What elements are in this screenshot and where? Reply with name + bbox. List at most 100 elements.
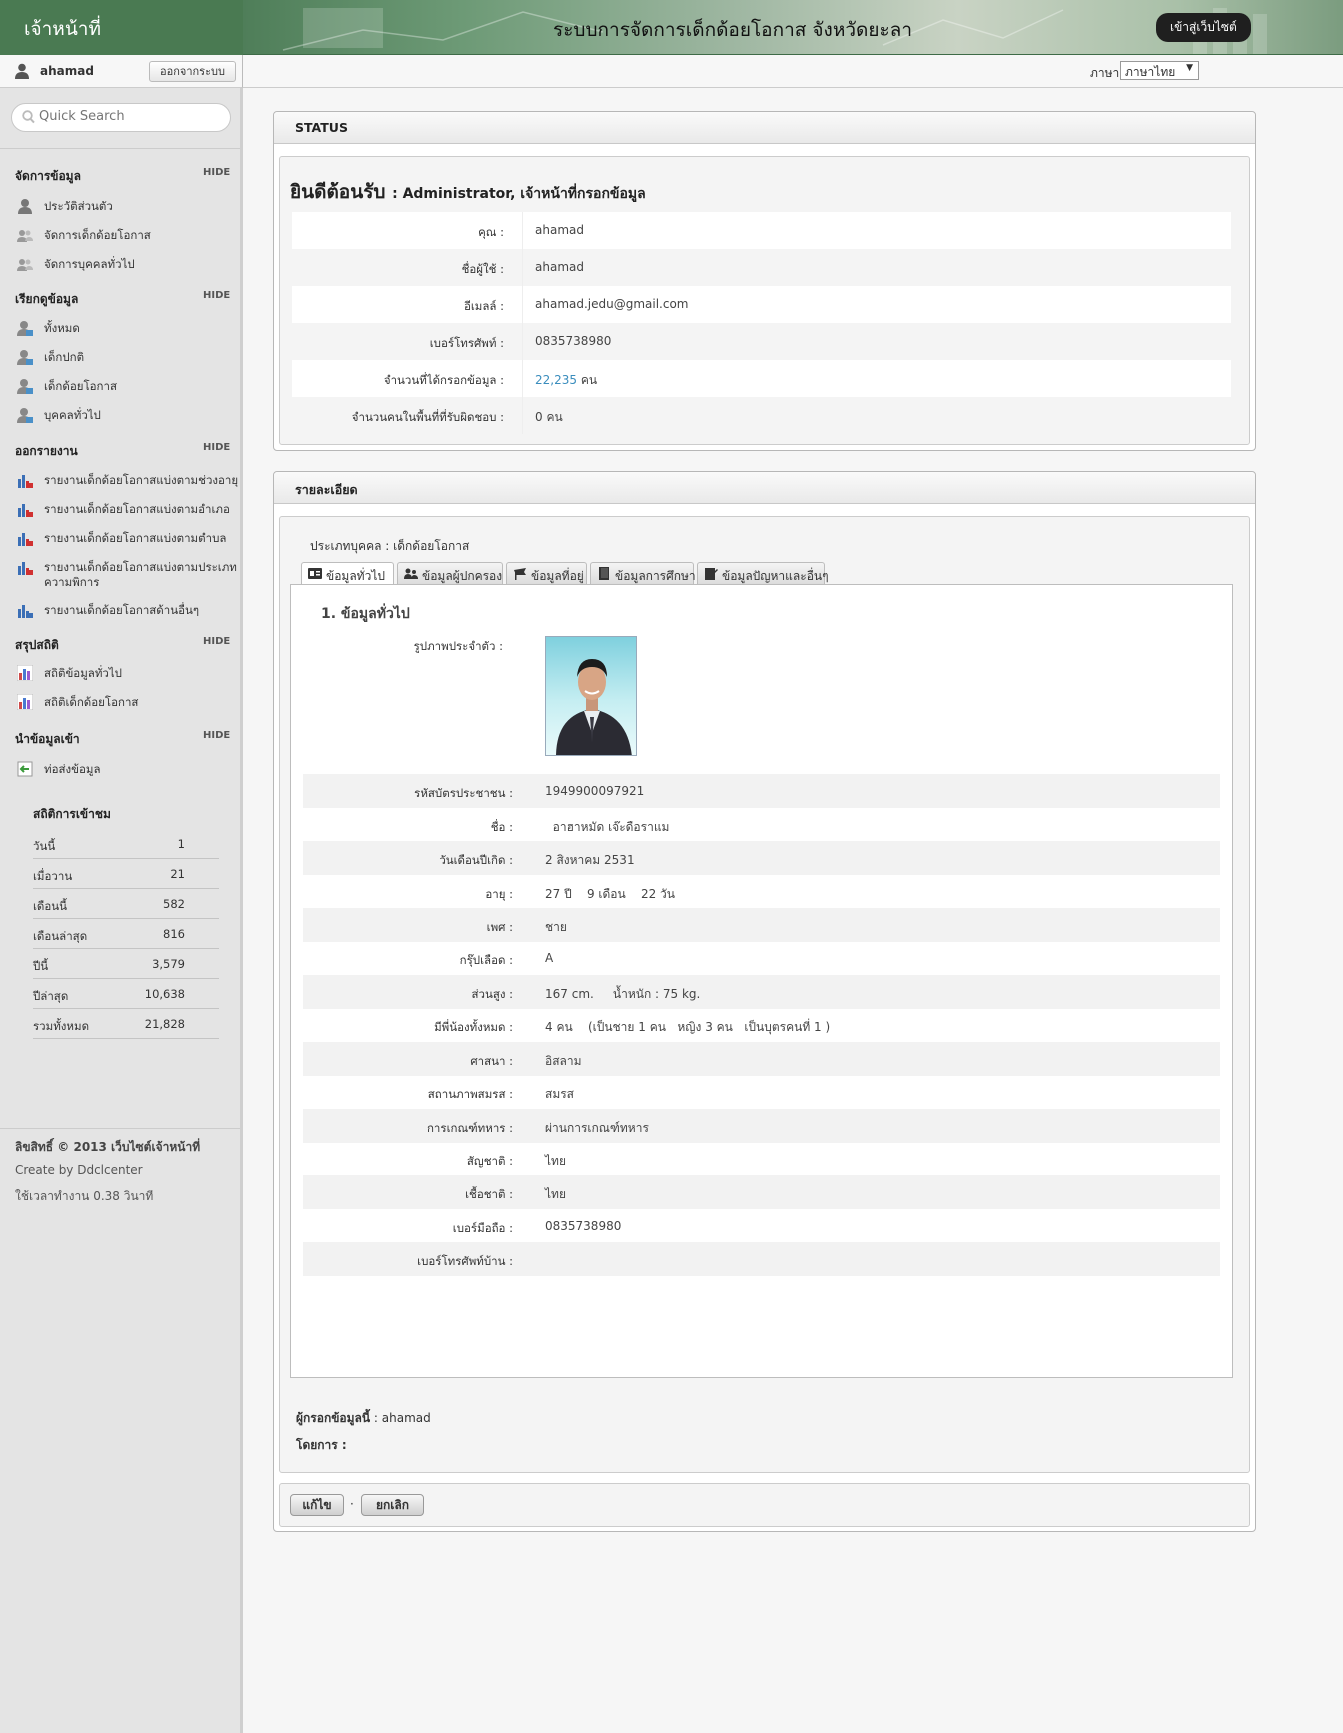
profile-row: อายุ : 27 ปี 9 เดือน 22 วัน	[303, 875, 1220, 909]
profile-label: ชื่อ :	[490, 820, 513, 834]
profile-row: เบอร์มือถือ : 0835738980	[303, 1209, 1220, 1243]
id-card-icon	[308, 568, 322, 579]
tab-address[interactable]: ข้อมูลที่อยู่	[506, 562, 587, 584]
sidebar-item-label: รายงานเด็กด้อยโอกาสแบ่งตามช่วงอายุ	[44, 473, 239, 487]
tab-problems[interactable]: ข้อมูลปัญหาและอื่นๆ	[697, 562, 829, 584]
profile-label: กรุ๊ปเลือด :	[459, 953, 513, 967]
sidebar-item-label: สถิติข้อมูลทั่วไป	[44, 666, 122, 680]
stat-label: เมื่อวาน	[33, 869, 73, 883]
cancel-button[interactable]: ยกเลิก	[361, 1494, 424, 1516]
profile-label: มีพี่น้องทั้งหมด :	[434, 1020, 513, 1034]
guardian-icon	[404, 568, 418, 579]
status-label: เบอร์โทรศัพท์ :	[429, 336, 504, 350]
divider	[0, 1128, 240, 1129]
status-label: อีเมลล์ :	[463, 299, 504, 313]
status-value: 0 คน	[535, 410, 563, 424]
quick-search[interactable]	[11, 103, 231, 132]
brand-title: เจ้าหน้าที่	[0, 0, 243, 55]
user-normal-icon	[17, 350, 33, 365]
user-icon	[15, 63, 29, 79]
profile-photo	[545, 636, 637, 756]
status-label: จำนวนที่ได้กรอกข้อมูล :	[383, 373, 504, 387]
status-box: ยินดีต้อนรับ : Administrator, เจ้าหน้าที…	[279, 156, 1250, 445]
sidebar-item-label: จัดการเด็กด้อยโอกาส	[44, 228, 151, 242]
hide-toggle[interactable]: HIDE	[203, 636, 230, 647]
search-input[interactable]	[39, 109, 219, 124]
user-name: ahamad	[40, 64, 94, 78]
sidebar-item-label: จัดการบุคคลทั่วไป	[44, 257, 135, 271]
section-title: 1. ข้อมูลทั่วไป	[321, 606, 410, 622]
profile-label: ส่วนสูง :	[471, 987, 513, 1001]
user-general-icon	[17, 408, 33, 423]
sidebar-item-label: ทั้งหมด	[44, 321, 80, 335]
button-separator: ·	[350, 1497, 354, 1511]
stat-row: ปีนี้ 3,579	[33, 949, 219, 979]
profile-value: 4 คน (เป็นชาย 1 คน หญิง 3 คน เป็นบุตรคนท…	[545, 1020, 831, 1034]
section-reports: ออกรายงาน	[15, 444, 78, 458]
hide-toggle[interactable]: HIDE	[203, 290, 230, 301]
profile-label: สัญชาติ :	[466, 1154, 513, 1168]
profile-row: ส่วนสูง : 167 cm. น้ำหนัก : 75 kg.	[303, 975, 1220, 1009]
tab-guardian[interactable]: ข้อมูลผู้ปกครอง	[397, 562, 503, 584]
stat-value: 1	[177, 837, 185, 851]
status-row: จำนวนที่ได้กรอกข้อมูล : 22,235 คน	[292, 360, 1231, 397]
users-icon	[17, 230, 33, 242]
sidebar-item-label: เด็กปกติ	[44, 350, 85, 364]
tab-general[interactable]: ข้อมูลทั่วไป	[301, 562, 394, 586]
profile-row: วันเดือนปีเกิด : 2 สิงหาคม 2531	[303, 841, 1220, 875]
profile-value: 0835738980	[545, 1219, 622, 1233]
sidebar-item-label: ประวัติส่วนตัว	[44, 199, 113, 213]
stat-row: เดือนนี้ 582	[33, 889, 219, 919]
records-count-link[interactable]: 22,235	[535, 373, 577, 387]
stat-value: 21	[170, 867, 185, 881]
tab-education[interactable]: ข้อมูลการศึกษา	[590, 562, 696, 584]
status-label: จำนวนคนในพื้นที่ที่รับผิดชอบ :	[351, 410, 504, 424]
stat-value: 816	[163, 927, 185, 941]
users-icon	[17, 259, 33, 271]
status-value: ahamad.jedu@gmail.com	[535, 297, 689, 311]
profile-row: เบอร์โทรศัพท์บ้าน :	[303, 1242, 1220, 1276]
hide-toggle[interactable]: HIDE	[203, 167, 230, 178]
divider	[0, 148, 240, 149]
address-icon	[514, 568, 526, 580]
system-title: ระบบการจัดการเด็กด้อยโอกาส จังหวัดยะลา	[553, 19, 912, 41]
stat-label: รวมทั้งหมด	[33, 1019, 90, 1033]
by-method: โดยการ :	[296, 1438, 347, 1452]
top-bar: เจ้าหน้าที่ ระบบการจัดการเด็กด้อยโอกาส จ…	[0, 0, 1343, 55]
person-type: ประเภทบุคคล : เด็กด้อยโอกาส	[310, 539, 470, 553]
profile-label: เชื้อชาติ :	[465, 1187, 513, 1201]
chevron-down-icon: ▼	[1186, 63, 1193, 73]
section-statistics: สรุปสถิติ	[15, 638, 59, 652]
detail-panel: รายละเอียด ประเภทบุคคล : เด็กด้อยโอกาส ข…	[273, 471, 1256, 1532]
status-value: ahamad	[535, 260, 584, 274]
sidebar-item-label: รายงานเด็กด้อยโอกาสแบ่งตามตำบล	[44, 531, 227, 545]
sidebar-item-label: ท่อส่งข้อมูล	[44, 762, 101, 776]
language-select[interactable]: ภาษาไทย ▼	[1120, 61, 1199, 80]
visitor-stats-title: สถิติการเข้าชม	[33, 807, 111, 821]
profile-row: สถานภาพสมรส : สมรส	[303, 1075, 1220, 1109]
edit-button[interactable]: แก้ไข	[290, 1494, 344, 1516]
stat-value: 3,579	[152, 957, 185, 971]
language-selected: ภาษาไทย	[1125, 65, 1176, 79]
user-all-icon	[17, 321, 33, 336]
section-import: นำข้อมูลเข้า	[15, 732, 80, 746]
status-value: ahamad	[535, 223, 584, 237]
language-label: ภาษา	[1090, 66, 1120, 80]
filled-by-value: : ahamad	[370, 1411, 431, 1425]
hide-toggle[interactable]: HIDE	[203, 730, 230, 741]
logout-button[interactable]: ออกจากระบบ	[149, 61, 236, 82]
status-row: ชื่อผู้ใช้ : ahamad	[292, 249, 1231, 286]
report-chart-icon	[18, 562, 33, 575]
user-icon	[18, 199, 32, 214]
detail-box: ประเภทบุคคล : เด็กด้อยโอกาส ข้อมูลทั่วไป…	[279, 516, 1250, 1473]
go-to-website-button[interactable]: เข้าสู่เว็บไซต์	[1156, 13, 1251, 42]
sidebar-item-label: สถิติเด็กด้อยโอกาส	[44, 695, 139, 709]
profile-row: เพศ : ชาย	[303, 908, 1220, 942]
status-label: คุณ :	[478, 225, 504, 239]
status-panel-header: STATUS	[274, 112, 1255, 144]
profile-row: เชื้อชาติ : ไทย	[303, 1175, 1220, 1209]
profile-value: อาฮาหมัด เจ๊ะดือราแม	[545, 820, 670, 834]
stat-label: วันนี้	[33, 839, 56, 853]
hide-toggle[interactable]: HIDE	[203, 442, 230, 453]
section-manage-data: จัดการข้อมูล	[15, 169, 81, 183]
